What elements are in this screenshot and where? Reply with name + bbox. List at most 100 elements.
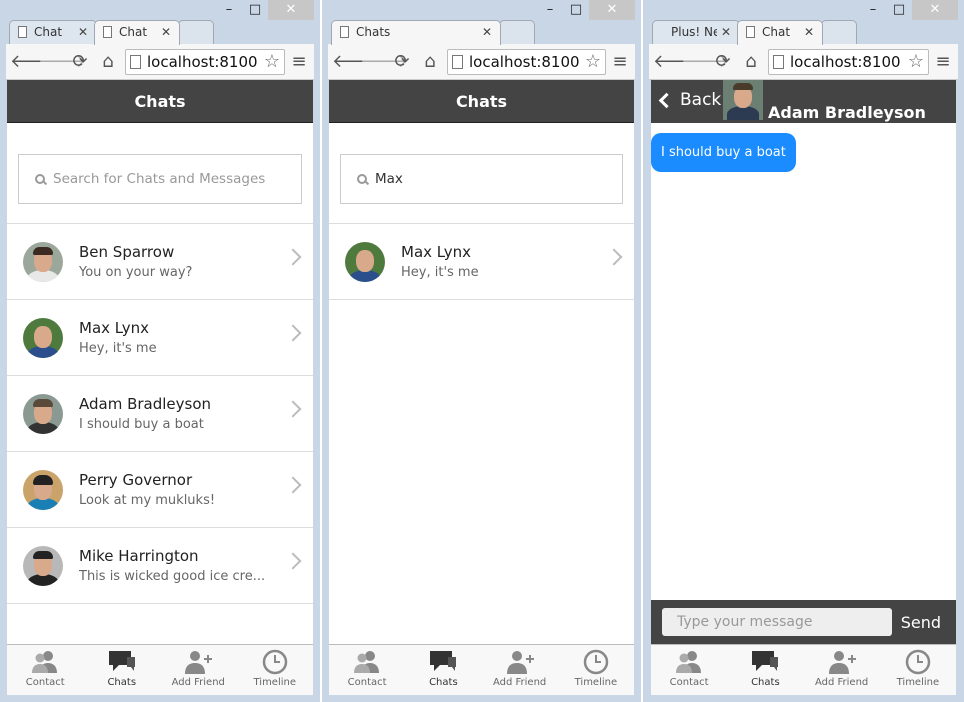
- app-view: Chats Ben SparrowYou on your way? Max Ly…: [7, 80, 313, 695]
- search-input[interactable]: [53, 171, 273, 187]
- tab-timeline[interactable]: Timeline: [880, 645, 956, 695]
- back-button[interactable]: Back: [657, 90, 721, 110]
- app-tab-bar: Contact Chats Add Friend Timeline: [651, 644, 956, 695]
- chat-list-item[interactable]: Adam Bradleyson I should buy a boat: [7, 376, 313, 452]
- reload-icon[interactable]: ⟳: [66, 48, 94, 76]
- window-controls: – □ ✕: [216, 0, 314, 20]
- chat-list-item[interactable]: Ben Sparrow You on your way?: [7, 224, 313, 300]
- menu-icon[interactable]: ≡: [609, 51, 631, 72]
- tab-timeline[interactable]: Timeline: [237, 645, 314, 695]
- address-bar[interactable]: localhost:8100 ☆: [447, 48, 606, 75]
- address-bar[interactable]: localhost:8100 ☆: [125, 48, 285, 75]
- chat-list-item[interactable]: Max Lynx Hey, it's me: [7, 300, 313, 376]
- chat-list-item[interactable]: Perry Governor Look at my mukluks!: [7, 452, 313, 528]
- send-button[interactable]: Send: [901, 613, 941, 632]
- reload-icon[interactable]: ⟳: [388, 48, 416, 76]
- avatar: [23, 393, 63, 434]
- bookmark-star-icon[interactable]: ☆: [585, 51, 601, 72]
- close-window-button[interactable]: ✕: [589, 0, 635, 20]
- tab-chats[interactable]: Chats: [405, 645, 481, 695]
- new-tab-button[interactable]: [821, 20, 857, 44]
- maximize-button[interactable]: □: [886, 0, 912, 20]
- browser-toolbar: 🡐 🡒 ⟳ ⌂ localhost:8100 ☆ ≡: [649, 44, 958, 80]
- tab-contact[interactable]: Contact: [329, 645, 405, 695]
- reload-icon[interactable]: ⟳: [709, 48, 737, 76]
- bookmark-star-icon[interactable]: ☆: [908, 51, 924, 72]
- close-tab-icon[interactable]: ✕: [482, 21, 492, 43]
- bookmark-star-icon[interactable]: ☆: [264, 51, 280, 72]
- home-icon[interactable]: ⌂: [94, 48, 122, 76]
- clock-icon: [583, 649, 609, 675]
- chevron-right-icon: [284, 324, 302, 342]
- new-tab-button[interactable]: [499, 20, 535, 44]
- page-title: Chats: [7, 80, 313, 123]
- menu-icon[interactable]: ≡: [932, 51, 954, 72]
- app-tab-bar: Contact Chats Add Friend Timeline: [329, 644, 634, 695]
- home-icon[interactable]: ⌂: [416, 48, 444, 76]
- chevron-right-icon: [605, 248, 623, 266]
- tab-add-friend[interactable]: Add Friend: [160, 645, 237, 695]
- forward-arrow-icon[interactable]: 🡒: [681, 48, 729, 76]
- browser-toolbar: 🡐 🡒 ⟳ ⌂ localhost:8100 ☆ ≡: [328, 44, 635, 80]
- avatar: [723, 80, 763, 120]
- browser-tab-active[interactable]: Chats ✕: [331, 20, 501, 45]
- page-icon: [103, 26, 112, 38]
- search-icon: [357, 174, 367, 184]
- avatar: [23, 241, 63, 282]
- close-tab-icon[interactable]: ✕: [78, 21, 88, 43]
- message-composer: Send: [651, 600, 956, 644]
- browser-tab-active[interactable]: Chat ✕: [737, 20, 823, 45]
- tab-contact[interactable]: Contact: [7, 645, 84, 695]
- search-box[interactable]: [340, 154, 623, 204]
- search-input[interactable]: [375, 171, 595, 187]
- tab-add-friend[interactable]: Add Friend: [804, 645, 880, 695]
- app-view: Chats Max LynxHey, it's me Contact Chats: [329, 80, 634, 695]
- back-arrow-icon[interactable]: 🡐: [10, 48, 58, 76]
- chat-header: Back Adam Bradleyson: [651, 80, 956, 123]
- add-friend-icon: [185, 651, 213, 674]
- search-box[interactable]: [18, 154, 302, 204]
- browser-window-2: – □ ✕ Chats ✕ 🡐 🡒 ⟳ ⌂ localhost:8100 ☆ ≡…: [322, 0, 641, 702]
- clock-icon: [262, 649, 287, 675]
- tab-chats[interactable]: Chats: [727, 645, 803, 695]
- close-window-button[interactable]: ✕: [912, 0, 958, 20]
- page-title: Chats: [329, 80, 634, 123]
- chat-view: Back Adam Bradleyson I should buy a boat…: [651, 80, 956, 695]
- page-icon: [773, 54, 784, 69]
- close-tab-icon[interactable]: ✕: [161, 21, 171, 43]
- browser-toolbar: 🡐 🡒 ⟳ ⌂ localhost:8100 ☆ ≡: [6, 44, 314, 80]
- chat-list-item[interactable]: Max Lynx Hey, it's me: [329, 224, 634, 300]
- back-arrow-icon[interactable]: 🡐: [653, 48, 701, 76]
- browser-tab[interactable]: Plus! Ne ✕: [652, 20, 740, 44]
- tab-timeline[interactable]: Timeline: [558, 645, 634, 695]
- contacts-icon: [676, 651, 702, 673]
- forward-arrow-icon[interactable]: 🡒: [38, 48, 86, 76]
- chats-icon: [430, 651, 457, 671]
- new-tab-button[interactable]: [178, 20, 214, 44]
- minimize-button[interactable]: –: [216, 0, 242, 20]
- contacts-icon: [354, 651, 380, 673]
- menu-icon[interactable]: ≡: [288, 51, 310, 72]
- close-tab-icon[interactable]: ✕: [721, 21, 731, 43]
- home-icon[interactable]: ⌂: [737, 48, 765, 76]
- tab-contact[interactable]: Contact: [651, 645, 727, 695]
- close-tab-icon[interactable]: ✕: [804, 21, 814, 43]
- tab-add-friend[interactable]: Add Friend: [482, 645, 558, 695]
- maximize-button[interactable]: □: [563, 0, 589, 20]
- back-arrow-icon[interactable]: 🡐: [332, 48, 380, 76]
- address-bar[interactable]: localhost:8100 ☆: [768, 48, 929, 75]
- close-window-button[interactable]: ✕: [268, 0, 314, 20]
- maximize-button[interactable]: □: [242, 0, 268, 20]
- tab-chats[interactable]: Chats: [84, 645, 161, 695]
- browser-tab-active[interactable]: Chat ✕: [94, 20, 180, 45]
- forward-arrow-icon[interactable]: 🡒: [360, 48, 408, 76]
- browser-tab[interactable]: Chat ✕: [9, 20, 97, 44]
- add-friend-icon: [506, 651, 534, 674]
- page-icon: [746, 26, 755, 38]
- minimize-button[interactable]: –: [860, 0, 886, 20]
- page-icon: [130, 54, 141, 69]
- minimize-button[interactable]: –: [537, 0, 563, 20]
- message-input[interactable]: [662, 608, 892, 636]
- chat-list-item[interactable]: Mike Harrington This is wicked good ice c…: [7, 528, 313, 604]
- avatar: [23, 317, 63, 358]
